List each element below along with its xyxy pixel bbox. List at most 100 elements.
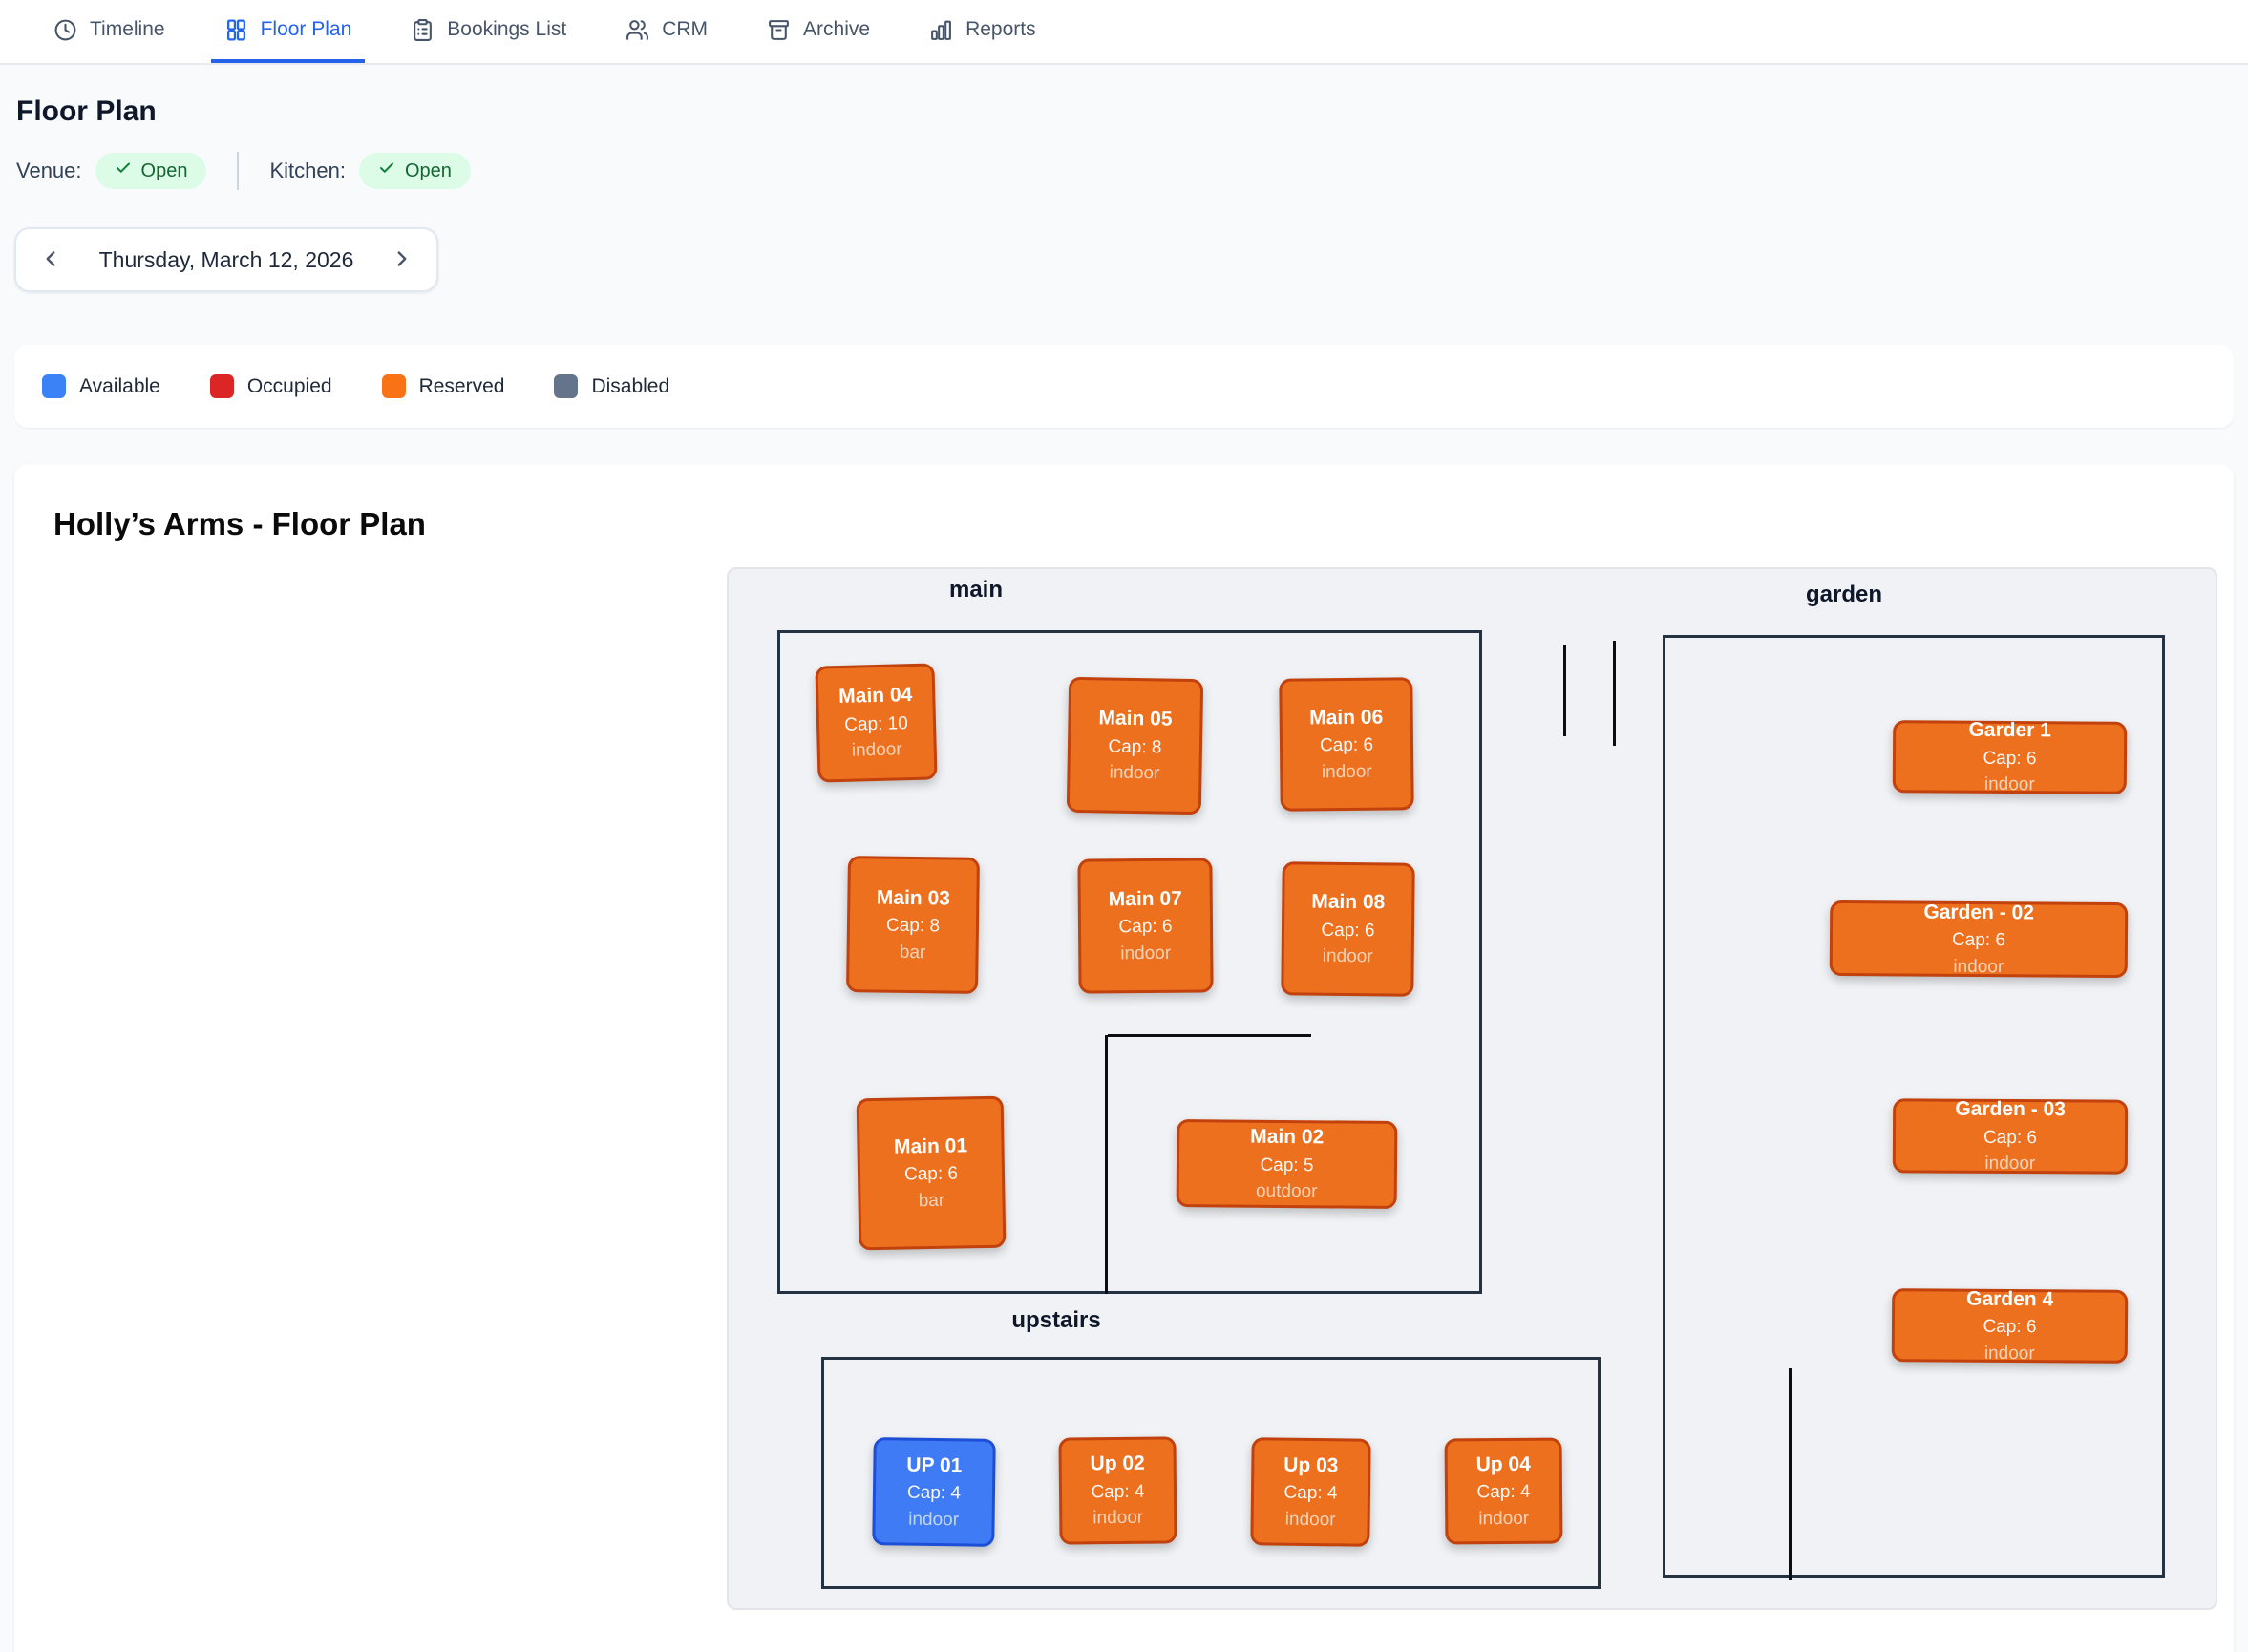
- table-seating-type: indoor: [1984, 772, 2035, 798]
- legend-swatch-occupied: [210, 374, 234, 398]
- clipboard-list-icon: [411, 18, 435, 42]
- bar-chart-icon: [929, 18, 953, 42]
- chevron-right-icon: [390, 246, 414, 274]
- section-label-upstairs: upstairs: [1011, 1307, 1100, 1334]
- table-capacity: Cap: 6: [1320, 732, 1373, 759]
- table-name: Main 08: [1311, 888, 1385, 918]
- table-name: Garden 4: [1966, 1284, 2053, 1314]
- table-name: Up 03: [1283, 1451, 1339, 1480]
- table-capacity: Cap: 4: [1476, 1479, 1530, 1506]
- tab-floor-plan[interactable]: Floor Plan: [211, 0, 366, 63]
- legend-item-reserved: Reserved: [382, 374, 505, 398]
- kitchen-status-text: Open: [405, 160, 452, 182]
- table-name: Up 04: [1476, 1450, 1531, 1479]
- table-seating-type: indoor: [1285, 1506, 1336, 1533]
- table-seating-type: bar: [919, 1187, 945, 1214]
- tab-label: Reports: [965, 18, 1036, 41]
- table-capacity: Cap: 6: [1983, 1125, 2037, 1152]
- section-label-main: main: [949, 577, 1003, 604]
- table-garder-1[interactable]: Garder 1Cap: 6indoor: [1893, 720, 2128, 794]
- table-up-01[interactable]: UP 01Cap: 4indoor: [872, 1437, 996, 1547]
- table-capacity: Cap: 8: [1108, 733, 1161, 761]
- table-main-01[interactable]: Main 01Cap: 6bar: [857, 1096, 1007, 1251]
- table-name: Main 06: [1309, 703, 1383, 732]
- table-main-07[interactable]: Main 07Cap: 6indoor: [1077, 858, 1213, 993]
- table-main-02[interactable]: Main 02Cap: 5outdoor: [1177, 1119, 1398, 1209]
- page-title: Floor Plan: [16, 95, 2234, 128]
- kitchen-label: Kitchen:: [269, 159, 346, 183]
- table-seating-type: indoor: [1120, 940, 1171, 966]
- users-icon: [626, 18, 649, 42]
- venue-status-text: Open: [141, 160, 188, 182]
- layout-grid-icon: [224, 18, 248, 42]
- legend-swatch-reserved: [382, 374, 406, 398]
- table-garden-4[interactable]: Garden 4Cap: 6indoor: [1892, 1288, 2129, 1364]
- table-seating-type: indoor: [1984, 1341, 2035, 1367]
- table-up-02[interactable]: Up 02Cap: 4indoor: [1058, 1436, 1177, 1544]
- current-date-label: Thursday, March 12, 2026: [85, 247, 368, 273]
- table-main-03[interactable]: Main 03Cap: 8bar: [846, 856, 980, 994]
- table-up-04[interactable]: Up 04Cap: 4indoor: [1445, 1437, 1563, 1544]
- table-garden-02[interactable]: Garden - 02Cap: 6indoor: [1830, 900, 2129, 978]
- wall-segment: [1105, 1035, 1108, 1294]
- table-main-04[interactable]: Main 04Cap: 10indoor: [815, 663, 937, 782]
- venue-status-badge: Open: [95, 153, 207, 189]
- table-seating-type: indoor: [1092, 1505, 1143, 1532]
- tab-label: Floor Plan: [261, 18, 352, 41]
- table-main-05[interactable]: Main 05Cap: 8indoor: [1067, 677, 1203, 815]
- tab-crm[interactable]: CRM: [612, 0, 721, 63]
- table-capacity: Cap: 5: [1260, 1152, 1313, 1178]
- wall-segment: [1108, 1034, 1311, 1037]
- table-seating-type: indoor: [1323, 943, 1373, 970]
- legend-swatch-available: [42, 374, 66, 398]
- top-navigation: Timeline Floor Plan Bookings List CRM Archiv…: [0, 0, 2248, 65]
- table-garden-03[interactable]: Garden - 03Cap: 6indoor: [1893, 1098, 2128, 1174]
- table-capacity: Cap: 8: [886, 913, 940, 940]
- legend-item-occupied: Occupied: [210, 374, 332, 398]
- table-capacity: Cap: 6: [1118, 914, 1172, 941]
- tab-label: Archive: [803, 18, 870, 41]
- table-seating-type: indoor: [1322, 758, 1372, 785]
- legend-label: Occupied: [247, 375, 332, 398]
- previous-day-button[interactable]: [16, 229, 85, 290]
- wall-segment: [1563, 645, 1566, 736]
- page-content: Floor Plan Venue: Open Kitchen: Open Thu…: [0, 95, 2248, 1652]
- tab-archive[interactable]: Archive: [753, 0, 883, 63]
- table-seating-type: indoor: [1478, 1505, 1529, 1532]
- date-navigator: Thursday, March 12, 2026: [14, 227, 438, 292]
- wall-segment: [1613, 641, 1616, 746]
- tab-bookings-list[interactable]: Bookings List: [397, 0, 580, 63]
- archive-icon: [767, 18, 791, 42]
- divider: [237, 152, 239, 190]
- tab-label: Bookings List: [447, 18, 566, 41]
- table-main-08[interactable]: Main 08Cap: 6indoor: [1281, 861, 1414, 996]
- table-seating-type: bar: [900, 940, 926, 966]
- tab-reports[interactable]: Reports: [916, 0, 1050, 63]
- tab-timeline[interactable]: Timeline: [40, 0, 179, 63]
- table-name: Garden - 03: [1955, 1095, 2066, 1125]
- table-capacity: Cap: 6: [1983, 745, 2036, 772]
- table-capacity: Cap: 6: [1983, 1314, 2036, 1341]
- legend-label: Disabled: [591, 375, 669, 398]
- table-name: Garder 1: [1968, 716, 2051, 746]
- legend-label: Reserved: [419, 375, 505, 398]
- table-capacity: Cap: 6: [904, 1161, 958, 1189]
- next-day-button[interactable]: [368, 229, 436, 290]
- table-name: UP 01: [906, 1451, 962, 1480]
- table-capacity: Cap: 4: [1091, 1478, 1144, 1505]
- chevron-left-icon: [38, 246, 63, 274]
- table-name: Main 05: [1098, 705, 1173, 735]
- floor-plan-title: Holly’s Arms - Floor Plan: [53, 506, 426, 542]
- table-seating-type: indoor: [908, 1506, 959, 1533]
- table-name: Main 03: [877, 883, 950, 914]
- floor-plan-card: Holly’s Arms - Floor Plan maingardenupst…: [14, 464, 2234, 1652]
- table-up-03[interactable]: Up 03Cap: 4indoor: [1250, 1437, 1370, 1547]
- table-seating-type: outdoor: [1256, 1178, 1318, 1205]
- table-name: Main 07: [1109, 884, 1182, 914]
- table-capacity: Cap: 4: [1283, 1480, 1337, 1507]
- legend-item-available: Available: [42, 374, 160, 398]
- table-main-06[interactable]: Main 06Cap: 6indoor: [1279, 677, 1413, 811]
- table-seating-type: indoor: [1984, 1151, 2035, 1177]
- table-seating-type: indoor: [1109, 760, 1159, 787]
- table-name: Garden - 02: [1923, 898, 2034, 927]
